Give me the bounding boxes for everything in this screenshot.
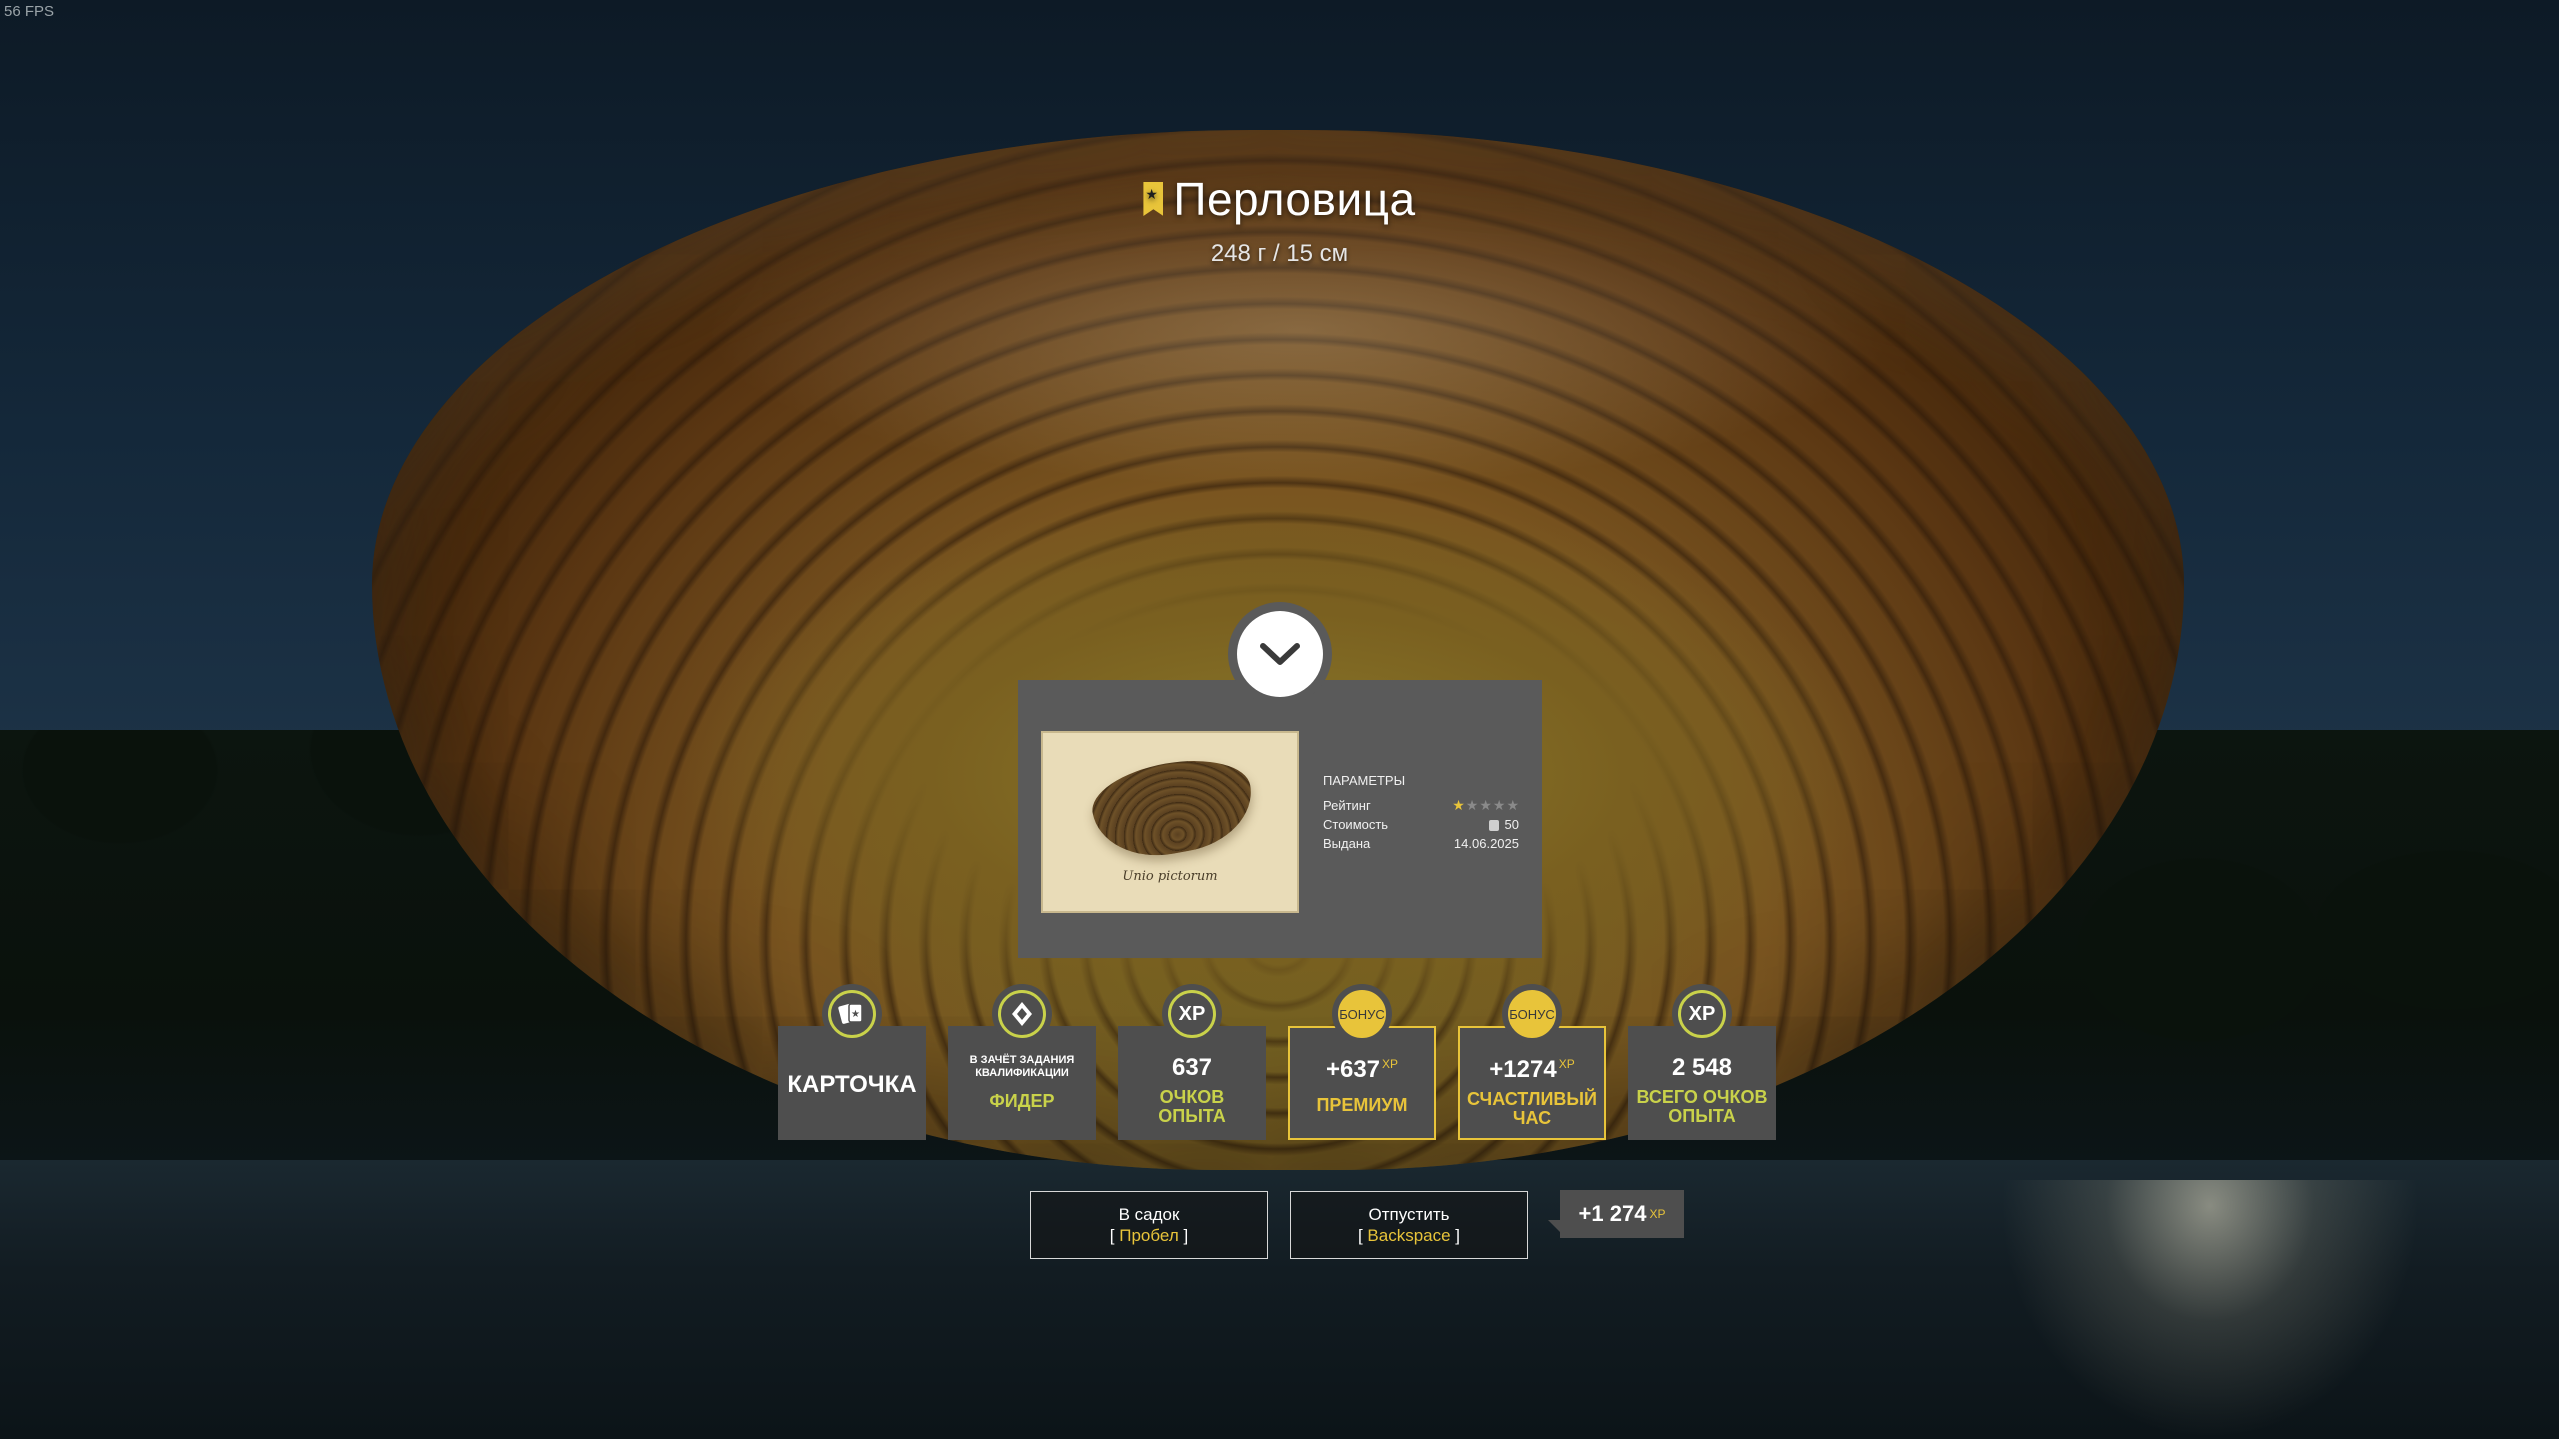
card-badge: ★: [822, 984, 882, 1044]
cost-row: Стоимость 50: [1323, 815, 1519, 834]
cards-icon: ★: [838, 1003, 863, 1024]
qualification-value: ФИДЕР: [989, 1091, 1055, 1111]
total-badge-text: XP: [1678, 990, 1726, 1038]
premium-value: +637: [1325, 1056, 1381, 1083]
card-reward-label: КАРТОЧКА: [787, 1071, 917, 1098]
release-label: Отпустить: [1368, 1205, 1450, 1224]
xp-label2: ОПЫТА: [1158, 1106, 1226, 1126]
rating-row: Рейтинг ★★★★★: [1323, 796, 1519, 815]
happy-hour-unit: XP: [1558, 1057, 1575, 1071]
species-latin-name: Unio pictorum: [1122, 869, 1218, 884]
premium-unit: XP: [1382, 1057, 1399, 1071]
issued-value: 14.06.2025: [1453, 836, 1519, 851]
total-value: 2 548: [1671, 1054, 1733, 1081]
svg-text:★: ★: [851, 1009, 860, 1020]
keep-hotkey: [ Пробел ]: [1109, 1226, 1189, 1245]
issued-row: Выдана 14.06.2025: [1323, 834, 1519, 853]
premium-label: ПРЕМИУМ: [1316, 1095, 1408, 1115]
coin-icon: [1488, 820, 1499, 832]
mussel-illustration: [1086, 749, 1260, 867]
rating-star-icon: ★: [1465, 797, 1479, 813]
cost-label: Стоимость: [1323, 817, 1389, 832]
chevron-down-icon: [1260, 643, 1300, 665]
rating-star-icon: ★: [1492, 797, 1506, 813]
rating-star-icon: ★: [1479, 797, 1492, 813]
catch-name: Перловица: [1173, 173, 1416, 225]
issued-label: Выдана: [1323, 836, 1371, 851]
happy-hour-value: +1274: [1489, 1056, 1557, 1083]
rating-label: Рейтинг: [1323, 798, 1371, 813]
collapse-button[interactable]: [1228, 602, 1332, 706]
cost-value: 50: [1504, 817, 1519, 832]
happy-hour-label2: ЧАС: [1512, 1108, 1552, 1128]
premium-badge: БОНУС: [1332, 984, 1392, 1044]
rating-stars: ★★★★★: [1451, 797, 1519, 814]
happy-hour-label1: СЧАСТЛИВЫЙ: [1467, 1089, 1597, 1109]
xp-gain-unit: XP: [1649, 1207, 1666, 1221]
card-parameters: ПАРАМЕТРЫ Рейтинг ★★★★★ Стоимость 50 Выд…: [1323, 773, 1519, 853]
diamond-icon: [1012, 1002, 1032, 1026]
total-badge: XP: [1672, 984, 1732, 1044]
catch-title: Перловица: [0, 172, 2559, 226]
release-button[interactable]: Отпустить [ Backspace ]: [1290, 1191, 1528, 1259]
params-heading: ПАРАМЕТРЫ: [1323, 773, 1406, 788]
species-card-image[interactable]: Unio pictorum: [1041, 731, 1299, 913]
total-label1: ВСЕГО ОЧКОВ: [1636, 1087, 1768, 1107]
xp-gain-value: +1 274: [1578, 1201, 1647, 1226]
moon-reflection: [2000, 1180, 2420, 1439]
xp-value: 637: [1171, 1054, 1213, 1081]
keep-label: В садок: [1118, 1205, 1180, 1224]
fps-counter: 56 FPS: [4, 3, 55, 20]
rating-star-icon: ★: [1452, 797, 1465, 813]
happy-hour-badge: БОНУС: [1502, 984, 1562, 1044]
bookmark-star-icon: [1143, 182, 1164, 216]
xp-gain-bubble: +1 274 XP: [1548, 1190, 1684, 1238]
qualification-line1: В ЗАЧЁТ ЗАДАНИЯ: [969, 1054, 1075, 1066]
qualification-line2: КВАЛИФИКАЦИИ: [975, 1067, 1069, 1079]
xp-badge-text: XP: [1168, 990, 1216, 1038]
keep-button[interactable]: В садок [ Пробел ]: [1030, 1191, 1268, 1259]
qualification-badge: [992, 984, 1052, 1044]
xp-label1: ОЧКОВ: [1159, 1087, 1225, 1107]
total-label2: ОПЫТА: [1668, 1106, 1736, 1126]
rating-star-icon: ★: [1506, 797, 1519, 813]
release-hotkey: [ Backspace ]: [1357, 1226, 1461, 1245]
catch-weight-length: 248 г / 15 см: [1210, 240, 1349, 267]
xp-badge: XP: [1162, 984, 1222, 1044]
happy-hour-badge-text: БОНУС: [1508, 990, 1556, 1038]
premium-badge-text: БОНУС: [1338, 990, 1386, 1038]
